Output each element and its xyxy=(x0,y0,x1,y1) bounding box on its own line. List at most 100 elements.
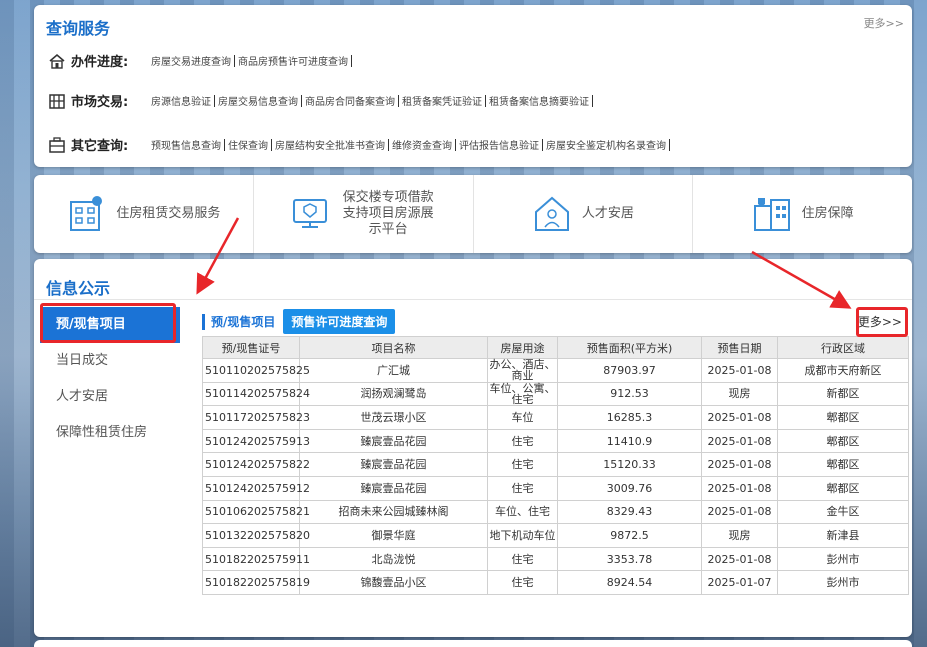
column-header: 项目名称 xyxy=(299,336,488,359)
table-cell: 郫都区 xyxy=(777,428,909,454)
column-header: 房屋用途 xyxy=(487,336,558,359)
query-link[interactable]: 商品房合同备案查询 xyxy=(303,93,397,108)
table-cell: 郫都区 xyxy=(777,405,909,430)
query-more-link[interactable]: 更多>> xyxy=(864,15,904,31)
table-cell: 成都市天府新区 xyxy=(777,358,909,383)
menu-item-rental-housing[interactable]: 保障性租赁住房 xyxy=(40,415,180,451)
table-cell: 现房 xyxy=(701,523,778,548)
table-row[interactable]: 510182202575819 锦馥壹品小区 住宅 8924.54 2025-01-07… xyxy=(202,570,909,595)
tab-bar: 预/现售项目 预售许可进度查询 xyxy=(202,309,396,334)
table-cell: 8329.43 xyxy=(557,499,702,525)
menu-item-daily-deals[interactable]: 当日成交 xyxy=(40,343,180,379)
query-link[interactable]: 房屋结构安全批准书查询 xyxy=(273,137,387,152)
table-cell: 车位 xyxy=(487,405,558,430)
query-row-links: 预现售信息查询 住保查询 房屋结构安全批准书查询 维修资金查询 评估报告信息验证… xyxy=(149,137,671,152)
column-header: 行政区域 xyxy=(777,336,909,359)
table-cell: 2025-01-08 xyxy=(701,499,778,525)
query-row-progress: 办件进度: 房屋交易进度查询 商品房预售许可进度查询 xyxy=(48,51,353,70)
rental-building-icon xyxy=(70,196,103,231)
table-cell: 87903.97 xyxy=(557,358,702,383)
service-security[interactable]: 住房保障 xyxy=(693,175,912,253)
table-row[interactable]: 510117202575823 世茂云璟小区 车位 16285.3 2025-01-08… xyxy=(202,405,909,430)
service-rental[interactable]: 住房租赁交易服务 xyxy=(34,175,254,253)
query-link[interactable]: 房屋交易信息查询 xyxy=(216,93,300,108)
query-link[interactable]: 住保查询 xyxy=(226,137,270,152)
table-cell: 3009.76 xyxy=(557,475,702,501)
table-cell: 510132202575820 xyxy=(202,523,310,548)
table-cell[interactable]: 御景华庭 xyxy=(299,523,488,548)
query-row-label: 其它查询: xyxy=(71,139,129,154)
table-cell: 510124202575913 xyxy=(202,428,310,454)
table-cell: 郫都区 xyxy=(777,452,909,477)
query-services-title: 查询服务 xyxy=(46,19,111,38)
table-cell: 510114202575824 xyxy=(202,381,310,407)
query-link[interactable]: 租赁备案信息摘要验证 xyxy=(487,93,591,108)
table-cell: 15120.33 xyxy=(557,452,702,477)
table-cell: 16285.3 xyxy=(557,405,702,430)
table-cell: 现房 xyxy=(701,381,778,407)
table-cell: 地下机动车位 xyxy=(487,523,558,548)
query-row-links: 房源信息验证 房屋交易信息查询 商品房合同备案查询 租赁备案凭证验证 租赁备案信… xyxy=(149,93,594,108)
service-talent[interactable]: 人才安居 xyxy=(474,175,694,253)
table-cell: 住宅 xyxy=(487,546,558,572)
title-divider xyxy=(34,299,912,300)
table-cell: 2025-01-08 xyxy=(701,452,778,477)
service-label: 住房保障 xyxy=(801,206,854,221)
service-showcase[interactable]: 保交楼专项借款支持项目房源展示平台 xyxy=(254,175,474,253)
table-cell: 11410.9 xyxy=(557,428,702,454)
box-icon xyxy=(49,136,65,153)
table-row[interactable]: 510114202575824 润扬观澜鹭岛 车位、公寓、住宅 912.53 现房 新都区 xyxy=(202,381,909,407)
table-cell[interactable]: 臻宸壹品花园 xyxy=(299,428,488,454)
table-cell: 2025-01-08 xyxy=(701,405,778,430)
table-cell: 510124202575822 xyxy=(202,452,310,477)
table-cell[interactable]: 北岛泷悦 xyxy=(299,546,488,572)
table-cell: 9872.5 xyxy=(557,523,702,548)
table-cell[interactable]: 锦馥壹品小区 xyxy=(299,570,488,595)
query-link[interactable]: 评估报告信息验证 xyxy=(457,137,541,152)
query-link[interactable]: 房源信息验证 xyxy=(149,93,213,108)
table-cell: 510124202575912 xyxy=(202,475,310,501)
table-row[interactable]: 510124202575822 臻宸壹品花园 住宅 15120.33 2025-01-0… xyxy=(202,452,909,477)
query-link[interactable]: 商品房预售许可进度查询 xyxy=(236,53,350,68)
table-cell[interactable]: 广汇城 xyxy=(299,358,488,383)
table-cell: 2025-01-07 xyxy=(701,570,778,595)
query-link[interactable]: 租赁备案凭证验证 xyxy=(400,93,484,108)
table-cell[interactable]: 润扬观澜鹭岛 xyxy=(299,381,488,407)
table-row[interactable]: 510124202575913 臻宸壹品花园 住宅 11410.9 2025-01-08… xyxy=(202,428,909,454)
query-link[interactable]: 房屋安全鉴定机构名录查询 xyxy=(544,137,668,152)
query-link[interactable]: 房屋交易进度查询 xyxy=(149,53,233,68)
table-cell: 510182202575911 xyxy=(202,546,310,572)
column-header: 预/现售证号 xyxy=(202,336,300,359)
menu-item-talent[interactable]: 人才安居 xyxy=(40,379,180,415)
table-cell: 912.53 xyxy=(557,381,702,407)
table-cell[interactable]: 世茂云璟小区 xyxy=(299,405,488,430)
table-cell: 3353.78 xyxy=(557,546,702,572)
tab-presale[interactable]: 预/现售项目 xyxy=(211,313,275,330)
table-row[interactable]: 510182202575911 北岛泷悦 住宅 3353.78 2025-01-08 彭州… xyxy=(202,546,909,572)
table-cell: 住宅 xyxy=(487,452,558,477)
table-cell: 办公、酒店、商业 xyxy=(487,358,558,383)
table-row[interactable]: 510124202575912 臻宸壹品花园 住宅 3009.76 2025-01-08… xyxy=(202,475,909,501)
table-cell[interactable]: 臻宸壹品花园 xyxy=(299,452,488,477)
table-cell: 金牛区 xyxy=(777,499,909,525)
table-cell: 住宅 xyxy=(487,428,558,454)
table-cell: 510106202575821 xyxy=(202,499,310,525)
next-section-edge xyxy=(34,640,912,647)
query-link[interactable]: 维修资金查询 xyxy=(390,137,454,152)
building-icon xyxy=(49,93,65,109)
table-cell: 彭州市 xyxy=(777,546,909,572)
query-link[interactable]: 预现售信息查询 xyxy=(149,137,223,152)
table-cell: 2025-01-08 xyxy=(701,358,778,383)
table-row[interactable]: 510106202575821 招商未来公园城臻林阁 车位、住宅 8329.43 202… xyxy=(202,499,909,525)
table-row[interactable]: 510132202575820 御景华庭 地下机动车位 9872.5 现房 新津县 xyxy=(202,523,909,548)
presale-table: 预/现售证号 项目名称 房屋用途 预售面积(平方米) 预售日期 行政区域 510… xyxy=(202,336,909,595)
table-cell: 2025-01-08 xyxy=(701,475,778,501)
table-cell: 住宅 xyxy=(487,570,558,595)
query-services-card: 查询服务 更多>> 办件进度: 房屋交易进度查询 商品房预售许可进度查询 市场交… xyxy=(34,5,912,167)
table-row[interactable]: 510110202575825 广汇城 办公、酒店、商业 87903.97 2025-0… xyxy=(202,358,909,383)
tab-permit-progress[interactable]: 预售许可进度查询 xyxy=(283,309,396,334)
table-cell[interactable]: 招商未来公园城臻林阁 xyxy=(299,499,488,525)
table-cell: 510117202575823 xyxy=(202,405,310,430)
table-cell: 郫都区 xyxy=(777,475,909,501)
table-cell[interactable]: 臻宸壹品花园 xyxy=(299,475,488,501)
